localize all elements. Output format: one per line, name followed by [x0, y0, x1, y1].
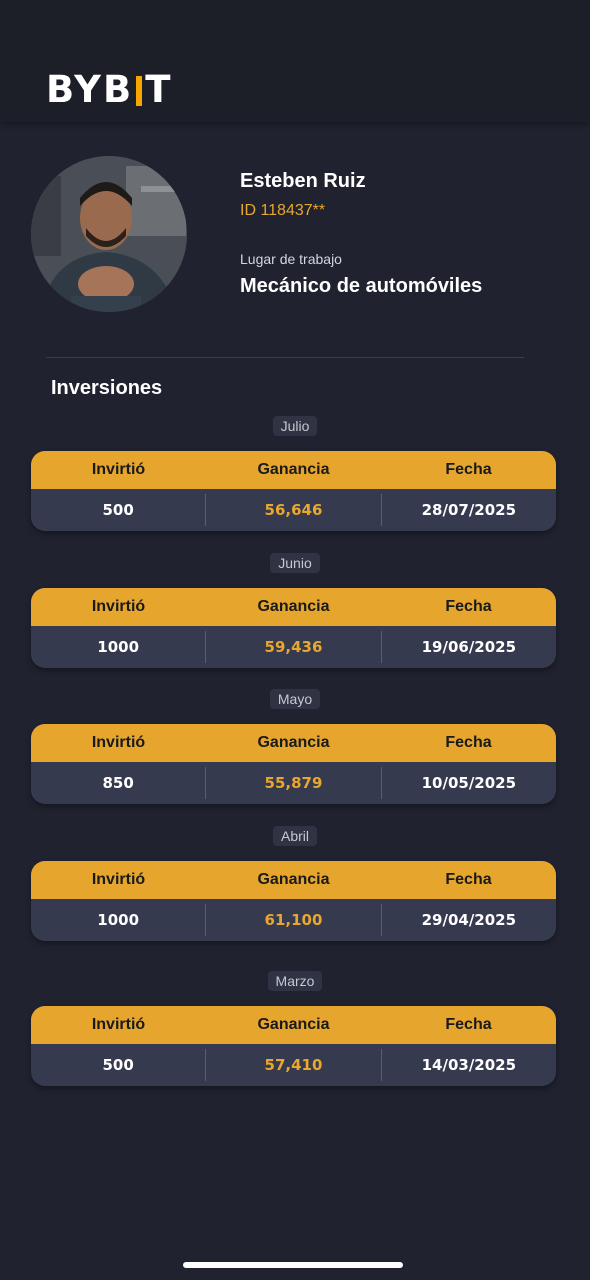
invested-value: 1000: [97, 638, 140, 656]
investment-card: Invirtió Ganancia Fecha 1000 61,100 29/0…: [31, 861, 556, 941]
header-invested: Invirtió: [91, 461, 146, 478]
profit-value: 61,100: [205, 904, 382, 936]
table-row: 1000 61,100 29/04/2025: [31, 899, 556, 941]
user-id: ID 118437**: [240, 202, 326, 219]
investment-card: Invirtió Ganancia Fecha 1000 59,436 19/0…: [31, 588, 556, 668]
header-profit: Ganancia: [257, 461, 330, 478]
table-row: 850 55,879 10/05/2025: [31, 762, 556, 804]
header-invested: Invirtió: [91, 734, 146, 751]
month-label: Abril: [272, 826, 317, 846]
invested-value: 500: [102, 1056, 134, 1074]
user-name: Esteben Ruiz: [240, 170, 366, 192]
section-title: Inversiones: [51, 377, 163, 399]
month-chip: Julio: [0, 416, 590, 436]
logo-text-left: BYB: [46, 68, 134, 111]
app-header: BYB T: [0, 0, 590, 122]
header-date: Fecha: [445, 461, 492, 478]
profit-value: 56,646: [205, 494, 382, 526]
date-value: 28/07/2025: [421, 501, 517, 519]
date-value: 14/03/2025: [421, 1056, 517, 1074]
date-value: 10/05/2025: [421, 774, 517, 792]
profile-screen: BYB T Esteben Ruiz ID 118437** Lugar de t…: [0, 0, 590, 1280]
investment-card: Invirtió Ganancia Fecha 500 57,410 14/03…: [31, 1006, 556, 1086]
month-chip: Junio: [0, 553, 590, 573]
table-row: 1000 59,436 19/06/2025: [31, 626, 556, 668]
home-indicator[interactable]: [183, 1262, 403, 1268]
invested-value: 1000: [97, 911, 140, 929]
table-row: 500 57,410 14/03/2025: [31, 1044, 556, 1086]
table-header: Invirtió Ganancia Fecha: [31, 724, 556, 762]
work-label: Lugar de trabajo: [240, 251, 342, 267]
date-value: 29/04/2025: [421, 911, 517, 929]
header-profit: Ganancia: [257, 1016, 330, 1033]
profit-value: 59,436: [205, 631, 382, 663]
header-date: Fecha: [445, 734, 492, 751]
header-invested: Invirtió: [91, 1016, 146, 1033]
month-chip: Marzo: [0, 971, 590, 991]
month-label: Junio: [270, 553, 320, 573]
logo-text-right: T: [145, 68, 173, 111]
invested-value: 850: [102, 774, 134, 792]
month-label: Mayo: [269, 689, 321, 709]
header-date: Fecha: [445, 871, 492, 888]
table-row: 500 56,646 28/07/2025: [31, 489, 556, 531]
header-profit: Ganancia: [257, 871, 330, 888]
month-label: Julio: [272, 416, 318, 436]
table-header: Invirtió Ganancia Fecha: [31, 861, 556, 899]
header-date: Fecha: [445, 1016, 492, 1033]
profit-value: 57,410: [205, 1049, 382, 1081]
logo-accent-bar: [136, 76, 143, 106]
investment-card: Invirtió Ganancia Fecha 500 56,646 28/07…: [31, 451, 556, 531]
month-chip: Abril: [0, 826, 590, 846]
table-header: Invirtió Ganancia Fecha: [31, 451, 556, 489]
investment-card: Invirtió Ganancia Fecha 850 55,879 10/05…: [31, 724, 556, 804]
month-label: Marzo: [267, 971, 323, 991]
profit-value: 55,879: [205, 767, 382, 799]
header-invested: Invirtió: [91, 598, 146, 615]
date-value: 19/06/2025: [421, 638, 517, 656]
table-header: Invirtió Ganancia Fecha: [31, 588, 556, 626]
month-chip: Mayo: [0, 689, 590, 709]
header-date: Fecha: [445, 598, 492, 615]
table-header: Invirtió Ganancia Fecha: [31, 1006, 556, 1044]
divider: [46, 357, 524, 358]
work-value: Mecánico de automóviles: [240, 275, 483, 297]
avatar: [31, 156, 187, 312]
header-profit: Ganancia: [257, 734, 330, 751]
bybit-logo[interactable]: BYB T: [46, 70, 172, 110]
header-invested: Invirtió: [91, 871, 146, 888]
invested-value: 500: [102, 501, 134, 519]
header-profit: Ganancia: [257, 598, 330, 615]
